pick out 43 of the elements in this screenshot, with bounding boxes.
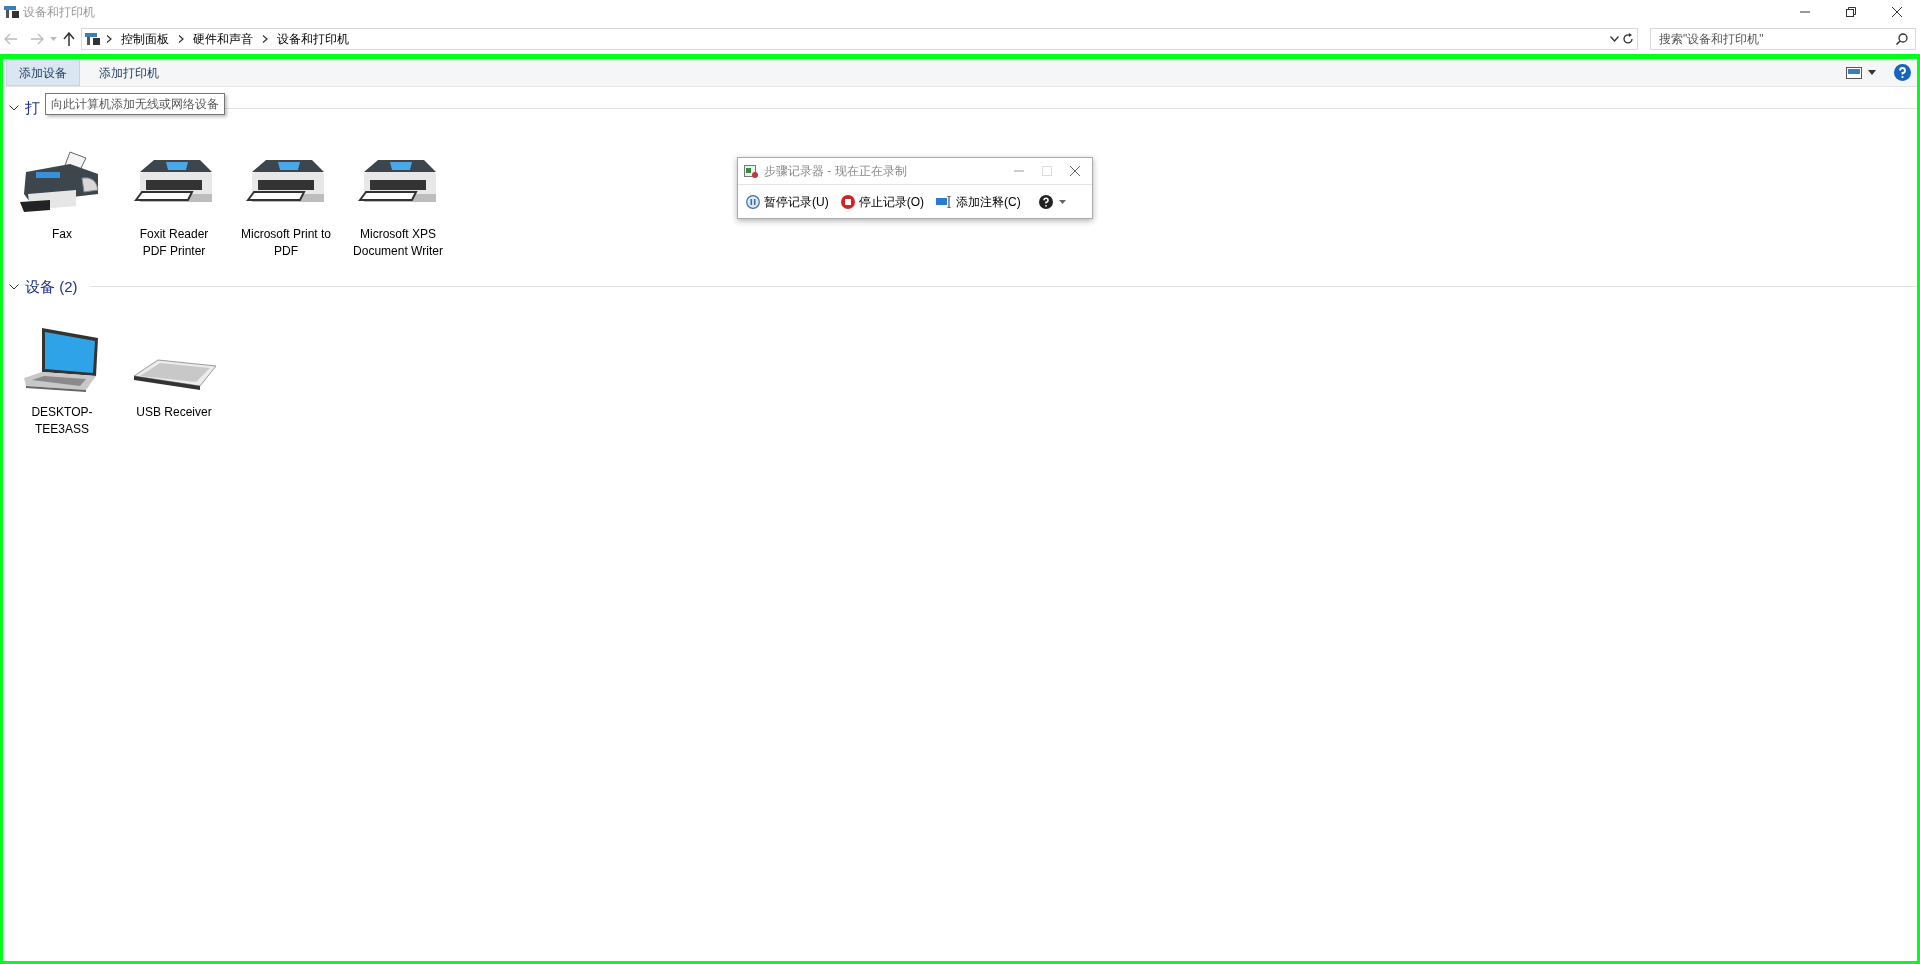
device-name[interactable]: Foxit Reader PDF Printer <box>128 225 220 260</box>
dropdown-icon[interactable] <box>1610 36 1619 42</box>
breadcrumb-item[interactable]: 设备和打印机 <box>273 30 353 48</box>
tooltip: 向此计算机添加无线或网络设备 <box>45 93 225 115</box>
stop-icon <box>840 194 855 209</box>
address-bar[interactable]: 控制面板 硬件和声音 设备和打印机 <box>81 28 1638 50</box>
close-button[interactable] <box>1892 7 1902 17</box>
up-icon[interactable] <box>63 32 75 46</box>
close-button[interactable] <box>1070 166 1080 176</box>
device-name[interactable]: Microsoft Print to PDF <box>240 225 332 260</box>
view-icon[interactable] <box>1846 66 1862 79</box>
device-name[interactable]: USB Receiver <box>128 404 220 421</box>
group-heading[interactable]: 设备 (2) <box>19 273 84 300</box>
refresh-icon[interactable] <box>1622 33 1634 45</box>
recorder-icon <box>744 164 758 178</box>
collapse-icon[interactable] <box>9 283 19 290</box>
device-name[interactable]: Fax <box>16 225 108 243</box>
dropdown-icon[interactable] <box>1868 70 1876 75</box>
group-heading[interactable]: 打 <box>19 95 46 122</box>
chevron-icon[interactable] <box>262 35 268 43</box>
control-panel-icon <box>85 32 101 46</box>
recorder-button[interactable]: 停止记录(O) <box>834 192 930 211</box>
collapse-icon[interactable] <box>9 105 19 112</box>
search-icon[interactable] <box>1896 33 1908 45</box>
toolbar-button[interactable]: 添加设备 <box>6 59 80 86</box>
comment-icon <box>936 195 952 208</box>
help-icon[interactable] <box>1038 194 1053 209</box>
restore-button[interactable] <box>1846 7 1856 17</box>
dropdown-icon[interactable] <box>1058 199 1066 204</box>
device-name[interactable]: DESKTOP-TEE3ASS <box>16 404 108 438</box>
search-field[interactable]: 搜索"设备和打印机" <box>1650 28 1916 50</box>
toolbar-button[interactable]: 添加打印机 <box>86 59 172 86</box>
chevron-icon[interactable] <box>178 35 184 43</box>
recorder-button[interactable]: 添加注释(C) <box>930 192 1027 211</box>
recorder-button[interactable]: 暂停记录(U) <box>740 192 835 211</box>
window-title: 设备和打印机 <box>23 4 95 21</box>
breadcrumb-item[interactable]: 控制面板 <box>117 30 173 48</box>
chevron-icon[interactable] <box>106 35 112 43</box>
device-name[interactable]: Microsoft XPS Document Writer <box>352 225 444 260</box>
breadcrumb-item[interactable]: 硬件和声音 <box>189 30 257 48</box>
pause-icon <box>746 194 760 209</box>
control-panel-icon <box>4 5 20 19</box>
recorder-title: 步骤记录器 - 现在正在录制 <box>764 163 907 180</box>
